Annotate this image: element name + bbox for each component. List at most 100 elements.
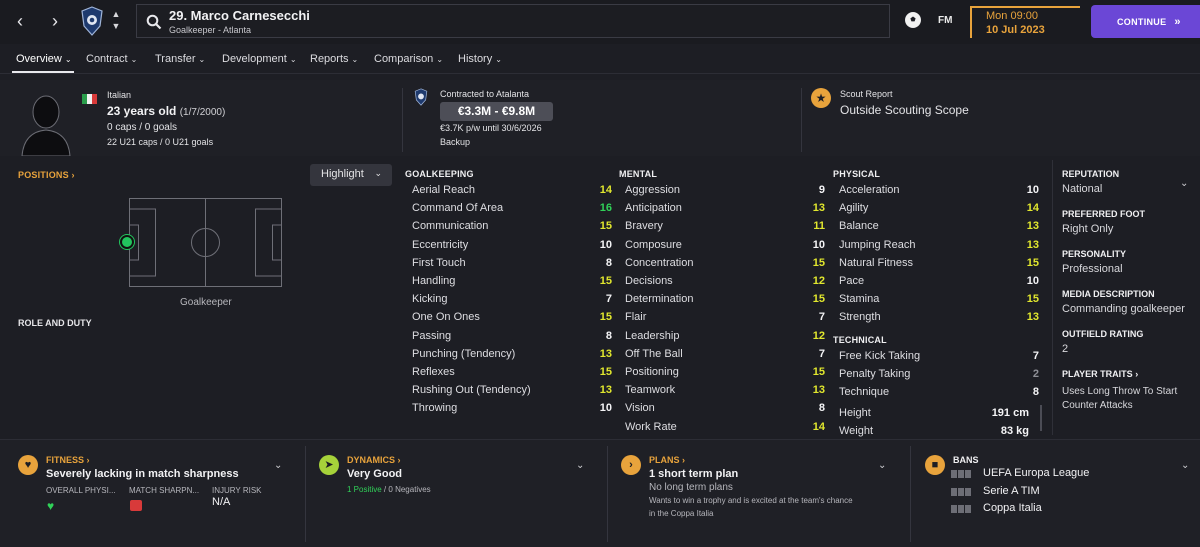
overall-physical-label: OVERALL PHYSI... (46, 486, 116, 495)
attribute-row[interactable]: Passing 8 (406, 328, 612, 346)
nationality: Italian (107, 90, 132, 100)
plans-panel[interactable]: › PLANS › 1 short term plan No long term… (603, 444, 908, 542)
tab-development[interactable]: Development ⌄ (222, 53, 297, 65)
attribute-row[interactable]: Technique 8 (833, 384, 1039, 402)
attribute-name: Composure (625, 238, 682, 251)
attribute-row[interactable]: Punching (Tendency) 13 (406, 346, 612, 364)
attribute-row[interactable]: Aerial Reach 14 (406, 182, 612, 200)
physical-heading: PHYSICAL (833, 169, 881, 179)
attribute-value: 15 (1026, 293, 1039, 306)
attribute-row[interactable]: Throwing 10 (406, 400, 612, 418)
attribute-row[interactable]: Natural Fitness 15 (833, 255, 1039, 273)
attribute-row[interactable]: Flair 7 (619, 309, 825, 327)
plans-status: 1 short term plan (649, 468, 739, 480)
tab-overview[interactable]: Overview ⌄ (16, 53, 72, 65)
attribute-row[interactable]: Teamwork 13 (619, 382, 825, 400)
dynamics-panel[interactable]: ➤ DYNAMICS › Very Good 1 Positive / 0 Ne… (301, 444, 606, 542)
attribute-row[interactable]: Penalty Taking 2 (833, 366, 1039, 384)
tab-contract[interactable]: Contract ⌄ (86, 53, 137, 65)
attribute-row[interactable]: Reflexes 15 (406, 364, 612, 382)
attribute-value: 15 (812, 256, 825, 269)
football-icon[interactable] (905, 12, 921, 28)
attribute-row[interactable]: Communication 15 (406, 218, 612, 236)
attribute-row[interactable]: Pace 10 (833, 273, 1039, 291)
forward-arrow-icon[interactable]: › (43, 10, 67, 34)
attribute-value: 15 (1026, 256, 1039, 269)
game-date[interactable]: Mon 09:00 10 Jul 2023 (970, 6, 1080, 38)
attribute-row[interactable]: Acceleration 10 (833, 182, 1039, 200)
attribute-row[interactable]: Rushing Out (Tendency) 13 (406, 382, 612, 400)
attribute-row[interactable]: Vision 8 (619, 400, 825, 418)
star-icon[interactable]: ★ (811, 88, 831, 108)
attribute-row[interactable]: Eccentricity 10 (406, 237, 612, 255)
tab-reports[interactable]: Reports ⌄ (310, 53, 358, 65)
highlight-dropdown[interactable]: Highlight ⌄ (310, 164, 392, 186)
value-range-badge[interactable]: €3.3M - €9.8M (440, 102, 553, 121)
player-traits-link[interactable]: PLAYER TRAITS › (1062, 369, 1138, 379)
attribute-row[interactable]: Anticipation 13 (619, 200, 825, 218)
attribute-name: Pace (839, 275, 865, 287)
attribute-row[interactable]: Aggression 9 (619, 182, 825, 200)
tab-comparison[interactable]: Comparison ⌄ (374, 53, 443, 65)
search-icon[interactable] (146, 14, 162, 30)
club-crest-icon[interactable] (80, 6, 104, 36)
prev-next-player-icon[interactable]: ▲ ▼ (109, 8, 123, 36)
chevron-down-icon[interactable]: ⌄ (576, 460, 584, 471)
attribute-row[interactable]: Strength 13 (833, 309, 1039, 327)
tab-transfer[interactable]: Transfer ⌄ (155, 53, 205, 65)
attribute-value: 10 (599, 402, 612, 415)
goalkeeper-position-marker[interactable] (120, 235, 134, 249)
back-arrow-icon[interactable]: ‹ (8, 10, 32, 34)
attribute-name: Natural Fitness (839, 256, 913, 269)
chevron-down-icon[interactable]: ⌄ (1180, 178, 1188, 189)
attribute-row[interactable]: Handling 15 (406, 273, 612, 291)
attribute-row[interactable]: Command Of Area 16 (406, 200, 612, 218)
reputation-label: REPUTATION (1062, 169, 1120, 179)
attribute-row[interactable]: Work Rate 14 (619, 419, 825, 437)
attribute-row[interactable]: Determination 15 (619, 291, 825, 309)
attribute-row[interactable]: First Touch 8 (406, 255, 612, 273)
attribute-name: Flair (625, 311, 647, 324)
scrollbar[interactable] (1040, 405, 1042, 431)
attribute-value: 9 (818, 184, 825, 196)
preferred-foot-label: PREFERRED FOOT (1062, 209, 1146, 219)
attribute-name: Eccentricity (412, 238, 469, 251)
fitness-panel[interactable]: ♥ FITNESS › Severely lacking in match sh… (0, 444, 305, 542)
attribute-row[interactable]: Decisions 12 (619, 273, 825, 291)
attribute-row[interactable]: Free Kick Taking 7 (833, 348, 1039, 366)
tab-history[interactable]: History ⌄ (458, 53, 502, 65)
attribute-value: 14 (1026, 202, 1039, 215)
attribute-row[interactable]: Jumping Reach 13 (833, 237, 1039, 255)
dynamics-title[interactable]: DYNAMICS › (347, 455, 401, 465)
attribute-row[interactable]: Positioning 15 (619, 364, 825, 382)
attribute-row[interactable]: Leadership 12 (619, 328, 825, 346)
personality-value: Professional (1062, 263, 1123, 275)
attribute-row[interactable]: Stamina 15 (833, 291, 1039, 309)
player-search-bar[interactable]: 29. Marco Carnesecchi Goalkeeper - Atlan… (136, 4, 890, 38)
chevron-down-icon[interactable]: ⌄ (1181, 460, 1189, 471)
attribute-value: 7 (1032, 350, 1039, 362)
attribute-name: Agility (839, 202, 869, 215)
attribute-row[interactable]: Composure 10 (619, 237, 825, 255)
chevron-down-icon[interactable]: ⌄ (274, 460, 282, 471)
attribute-name: Decisions (625, 275, 673, 287)
fitness-title[interactable]: FITNESS › (46, 455, 90, 465)
attribute-row[interactable]: Concentration 15 (619, 255, 825, 273)
attribute-row[interactable]: Bravery 11 (619, 218, 825, 236)
attribute-name: Strength (839, 311, 881, 324)
attribute-row[interactable]: Kicking 7 (406, 291, 612, 309)
attribute-name: Technique (839, 386, 890, 399)
fm-logo[interactable]: FM (938, 15, 952, 26)
plans-desc-line2: in the Coppa Italia (649, 509, 714, 518)
plans-title[interactable]: PLANS › (649, 455, 685, 465)
attribute-row[interactable]: Off The Ball 7 (619, 346, 825, 364)
attribute-row[interactable]: One On Ones 15 (406, 309, 612, 327)
attribute-name: Rushing Out (Tendency) (412, 384, 531, 397)
u21-caps: 22 U21 caps / 0 U21 goals (107, 137, 214, 147)
positions-link[interactable]: POSITIONS › (18, 170, 75, 180)
attribute-row[interactable]: Balance 13 (833, 218, 1039, 236)
attribute-name: Passing (412, 329, 452, 342)
continue-button[interactable]: CONTINUE » (1091, 5, 1200, 38)
chevron-down-icon[interactable]: ⌄ (878, 460, 886, 471)
attribute-row[interactable]: Agility 14 (833, 200, 1039, 218)
